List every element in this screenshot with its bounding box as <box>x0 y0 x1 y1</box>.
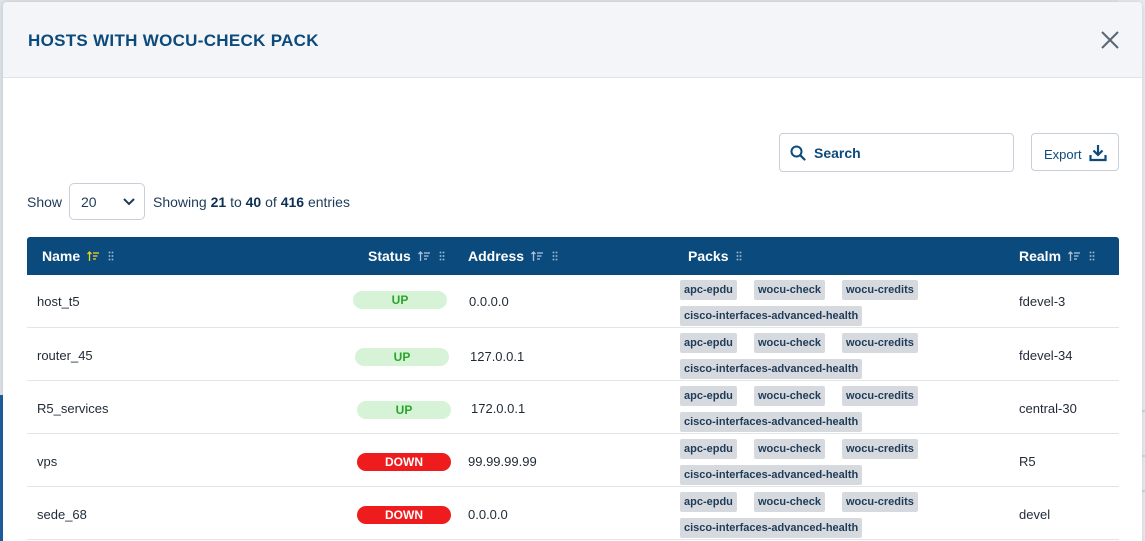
host-address: 172.0.0.1 <box>471 401 526 416</box>
host-name[interactable]: sede_68 <box>37 507 87 522</box>
column-header-realm[interactable]: Realm <box>1019 248 1095 264</box>
column-label: Packs <box>688 248 729 264</box>
pack-tag: wocu-check <box>754 386 825 406</box>
pack-tag: wocu-credits <box>842 492 918 512</box>
column-header-address[interactable]: Address <box>468 248 558 264</box>
status-badge: DOWN <box>357 453 451 471</box>
table-row[interactable]: host_t5 UP 0.0.0.0 apc-epdu wocu-check w… <box>27 275 1119 328</box>
pack-tag: cisco-interfaces-advanced-health <box>680 518 863 538</box>
pack-tag: wocu-credits <box>842 439 918 459</box>
show-label: Show <box>27 194 63 210</box>
pack-tag: wocu-check <box>754 439 825 459</box>
export-button[interactable]: Export <box>1031 133 1119 171</box>
host-realm: fdevel-34 <box>1019 348 1073 363</box>
host-address: 99.99.99.99 <box>468 454 537 469</box>
column-header-status[interactable]: Status <box>368 248 445 264</box>
drag-handle-icon[interactable] <box>552 251 558 261</box>
host-address: 0.0.0.0 <box>469 294 509 309</box>
download-icon <box>1089 145 1107 162</box>
host-realm: fdevel-3 <box>1019 294 1066 309</box>
table-row[interactable]: vps DOWN 99.99.99.99 apc-epdu wocu-check… <box>27 434 1119 487</box>
pack-tag: wocu-credits <box>842 280 918 300</box>
hosts-table: Name Status Address Packs Realm host_t5 … <box>27 237 1119 540</box>
host-name[interactable]: R5_services <box>37 401 109 416</box>
sort-icon[interactable] <box>87 250 100 262</box>
table-row[interactable]: router_45 UP 127.0.0.1 apc-epdu wocu-che… <box>27 328 1119 381</box>
chevron-down-icon <box>123 198 135 206</box>
pack-tag: apc-epdu <box>680 439 737 459</box>
pack-tag: cisco-interfaces-advanced-health <box>680 412 863 432</box>
of-word: of <box>265 194 277 210</box>
page-size-select[interactable]: 20 <box>69 183 145 220</box>
pack-tag: apc-epdu <box>680 280 737 300</box>
table-row[interactable]: sede_68 DOWN 0.0.0.0 apc-epdu wocu-check… <box>27 487 1119 540</box>
column-label: Name <box>42 248 81 264</box>
host-realm: R5 <box>1019 454 1036 469</box>
sort-icon[interactable] <box>1068 250 1081 262</box>
search-icon <box>790 145 806 161</box>
status-badge: DOWN <box>357 506 451 524</box>
hosts-modal: HOSTS WITH WOCU-CHECK PACK Export Show 2… <box>3 2 1142 541</box>
sort-icon[interactable] <box>531 250 544 262</box>
pack-tag: wocu-check <box>754 492 825 512</box>
pack-tag: apc-epdu <box>680 492 737 512</box>
pack-tag: cisco-interfaces-advanced-health <box>680 306 863 326</box>
column-label: Realm <box>1019 248 1062 264</box>
host-address: 0.0.0.0 <box>468 507 508 522</box>
pack-tag: wocu-check <box>754 280 825 300</box>
modal-header: HOSTS WITH WOCU-CHECK PACK <box>3 2 1142 78</box>
search-input[interactable] <box>814 140 1004 166</box>
status-badge: UP <box>353 291 447 309</box>
drag-handle-icon[interactable] <box>1089 251 1095 261</box>
host-realm: devel <box>1019 507 1051 522</box>
table-header: Name Status Address Packs Realm <box>27 237 1119 275</box>
close-icon <box>1101 31 1119 49</box>
host-name[interactable]: host_t5 <box>37 294 80 309</box>
status-badge: UP <box>355 348 449 366</box>
search-box[interactable] <box>779 133 1014 172</box>
total-entries: 416 <box>280 194 305 210</box>
pack-tag: apc-epdu <box>680 386 737 406</box>
host-name[interactable]: vps <box>37 454 57 469</box>
column-header-packs[interactable]: Packs <box>688 248 742 264</box>
column-label: Address <box>468 248 525 264</box>
column-label: Status <box>368 248 411 264</box>
pack-tag: cisco-interfaces-advanced-health <box>680 359 863 379</box>
entries-info: Showing 21 to 40 of 416 entries <box>153 194 350 210</box>
close-button[interactable] <box>1099 29 1121 51</box>
pack-tag: wocu-check <box>754 333 825 353</box>
drag-handle-icon[interactable] <box>736 251 742 261</box>
pack-tag: wocu-credits <box>842 386 918 406</box>
drag-handle-icon[interactable] <box>439 251 445 261</box>
table-row[interactable]: R5_services UP 172.0.0.1 apc-epdu wocu-c… <box>27 381 1119 434</box>
host-realm: central-30 <box>1019 401 1077 416</box>
to-word: to <box>230 194 242 210</box>
status-badge: UP <box>357 401 451 419</box>
column-header-name[interactable]: Name <box>42 248 114 264</box>
pack-tag: apc-epdu <box>680 333 737 353</box>
range-from: 21 <box>210 194 227 210</box>
range-to: 40 <box>245 194 262 210</box>
host-address: 127.0.0.1 <box>470 349 525 364</box>
entries-word: entries <box>307 194 350 210</box>
pack-tag: cisco-interfaces-advanced-health <box>680 465 863 485</box>
sort-icon[interactable] <box>417 250 431 262</box>
host-name[interactable]: router_45 <box>37 348 93 363</box>
pack-tag: wocu-credits <box>842 333 918 353</box>
drag-handle-icon[interactable] <box>108 251 114 261</box>
page-size-value: 20 <box>81 194 97 210</box>
showing-prefix: Showing <box>153 194 207 210</box>
export-label: Export <box>1044 147 1082 162</box>
modal-title: HOSTS WITH WOCU-CHECK PACK <box>28 31 319 50</box>
